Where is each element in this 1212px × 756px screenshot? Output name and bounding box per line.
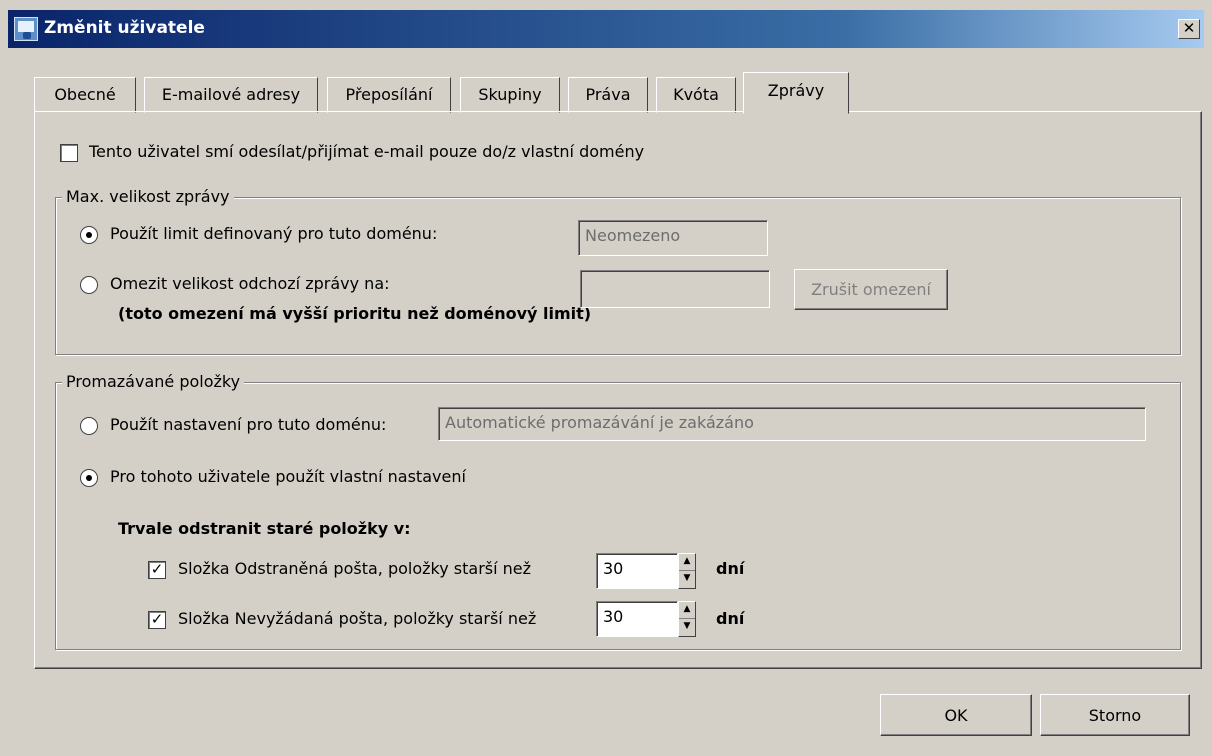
domain-limit-field[interactable]: Neomezeno bbox=[578, 220, 768, 256]
cleanup-group: Promazávané položky Použít nastavení pro… bbox=[55, 372, 1181, 650]
cleanup-custom-label: Pro tohoto uživatele použít vlastní nast… bbox=[110, 467, 466, 486]
clear-limit-button[interactable]: Zrušit omezení bbox=[794, 269, 948, 310]
window-title: Změnit uživatele bbox=[44, 18, 205, 38]
dialog-window: Změnit uživatele ✕ Obecné E-mailové adre… bbox=[0, 0, 1212, 756]
tab-panel-messages: Tento uživatel smí odesílat/přijímat e-m… bbox=[34, 111, 1202, 669]
radio-dot bbox=[86, 475, 92, 481]
checkbox-mark: ✓ bbox=[150, 610, 164, 628]
cleanup-legend: Promazávané položky bbox=[62, 372, 245, 391]
deleted-items-days-input[interactable]: 30 bbox=[596, 553, 678, 589]
junk-items-days-input[interactable]: 30 bbox=[596, 601, 678, 637]
cleanup-use-domain-radio[interactable] bbox=[80, 417, 98, 435]
radio-dot bbox=[86, 232, 92, 238]
spin-up-icon[interactable]: ▲ bbox=[679, 554, 695, 571]
tab-general[interactable]: Obecné bbox=[34, 77, 136, 113]
junk-items-label: Složka Nevyžádaná pošta, položky starší … bbox=[178, 609, 537, 628]
tab-bar: Obecné E-mailové adresy Přeposílání Skup… bbox=[34, 72, 854, 114]
tab-quota[interactable]: Kvóta bbox=[656, 77, 736, 113]
tab-email-addresses[interactable]: E-mailové adresy bbox=[144, 77, 318, 113]
junk-items-unit: dní bbox=[716, 609, 745, 628]
domain-only-label: Tento uživatel smí odesílat/přijímat e-m… bbox=[89, 142, 645, 161]
spin-down-icon[interactable]: ▼ bbox=[679, 571, 695, 588]
tab-forwarding[interactable]: Přeposílání bbox=[327, 77, 451, 113]
ok-button[interactable]: OK bbox=[880, 694, 1032, 736]
use-domain-limit-radio[interactable] bbox=[80, 226, 98, 244]
title-bar: Změnit uživatele ✕ bbox=[8, 10, 1204, 48]
custom-limit-field[interactable] bbox=[580, 270, 770, 308]
custom-limit-radio[interactable] bbox=[80, 276, 98, 294]
cleanup-domain-setting-field[interactable]: Automatické promazávání je zakázáno bbox=[438, 407, 1146, 441]
cleanup-use-domain-label: Použít nastavení pro tuto doménu: bbox=[110, 415, 387, 434]
max-size-legend: Max. velikost zprávy bbox=[62, 187, 234, 206]
user-config-icon bbox=[14, 17, 38, 41]
cleanup-custom-radio[interactable] bbox=[80, 469, 98, 487]
tab-rights[interactable]: Práva bbox=[568, 77, 648, 113]
custom-limit-label: Omezit velikost odchozí zprávy na: bbox=[110, 274, 390, 293]
use-domain-limit-label: Použít limit definovaný pro tuto doménu: bbox=[110, 224, 438, 243]
deleted-items-days-spinner[interactable]: ▲ ▼ bbox=[678, 553, 696, 589]
deleted-items-checkbox[interactable]: ✓ bbox=[148, 561, 166, 579]
junk-items-checkbox[interactable]: ✓ bbox=[148, 611, 166, 629]
custom-limit-note: (toto omezení má vyšší prioritu než domé… bbox=[118, 304, 592, 323]
max-size-group: Max. velikost zprávy Použít limit defino… bbox=[55, 187, 1181, 355]
junk-items-days-spinner[interactable]: ▲ ▼ bbox=[678, 601, 696, 637]
cancel-button[interactable]: Storno bbox=[1040, 694, 1190, 736]
spin-up-icon[interactable]: ▲ bbox=[679, 602, 695, 619]
close-icon[interactable]: ✕ bbox=[1178, 19, 1200, 39]
deleted-items-unit: dní bbox=[716, 559, 745, 578]
domain-only-checkbox[interactable] bbox=[60, 144, 78, 162]
spin-down-icon[interactable]: ▼ bbox=[679, 619, 695, 636]
delete-heading: Trvale odstranit staré položky v: bbox=[118, 519, 411, 538]
checkbox-mark: ✓ bbox=[150, 560, 164, 578]
tab-messages[interactable]: Zprávy bbox=[743, 72, 849, 114]
deleted-items-label: Složka Odstraněná pošta, položky starší … bbox=[178, 559, 532, 578]
tab-groups[interactable]: Skupiny bbox=[460, 77, 560, 113]
